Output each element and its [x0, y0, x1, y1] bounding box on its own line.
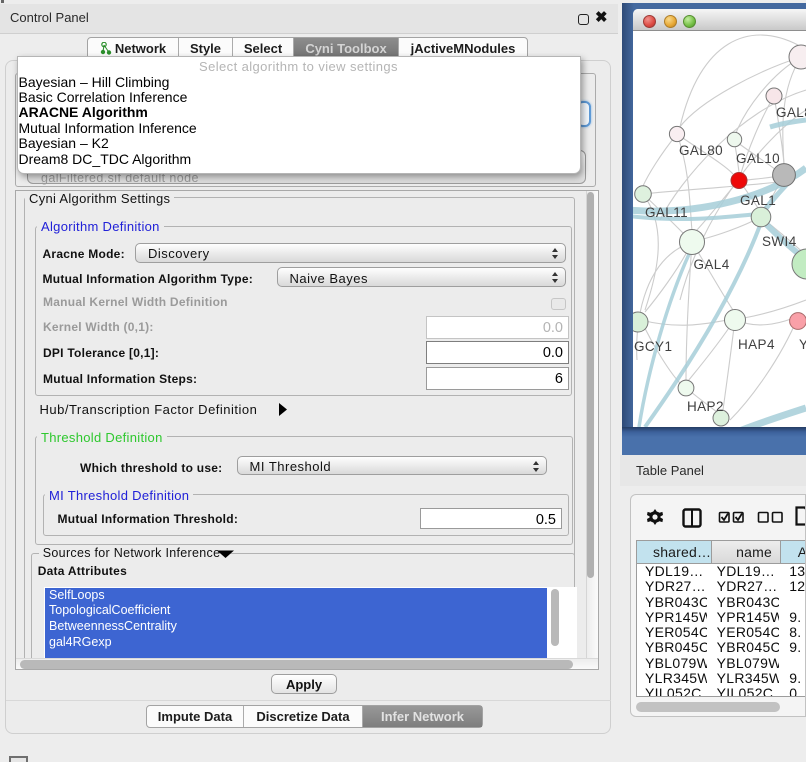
svg-text:GCY1: GCY1	[634, 339, 672, 354]
svg-text:HAP4: HAP4	[738, 337, 775, 352]
svg-text:GAL11: GAL11	[645, 205, 688, 220]
svg-text:SWI4: SWI4	[762, 234, 797, 249]
svg-text:Y: Y	[799, 337, 806, 352]
svg-text:GAL10: GAL10	[736, 151, 780, 166]
svg-text:GAL80: GAL80	[679, 143, 723, 158]
svg-text:GAL4: GAL4	[694, 257, 730, 272]
svg-text:GAL8: GAL8	[776, 105, 806, 120]
svg-text:HAP2: HAP2	[687, 399, 724, 414]
svg-text:GAL1: GAL1	[740, 193, 776, 208]
